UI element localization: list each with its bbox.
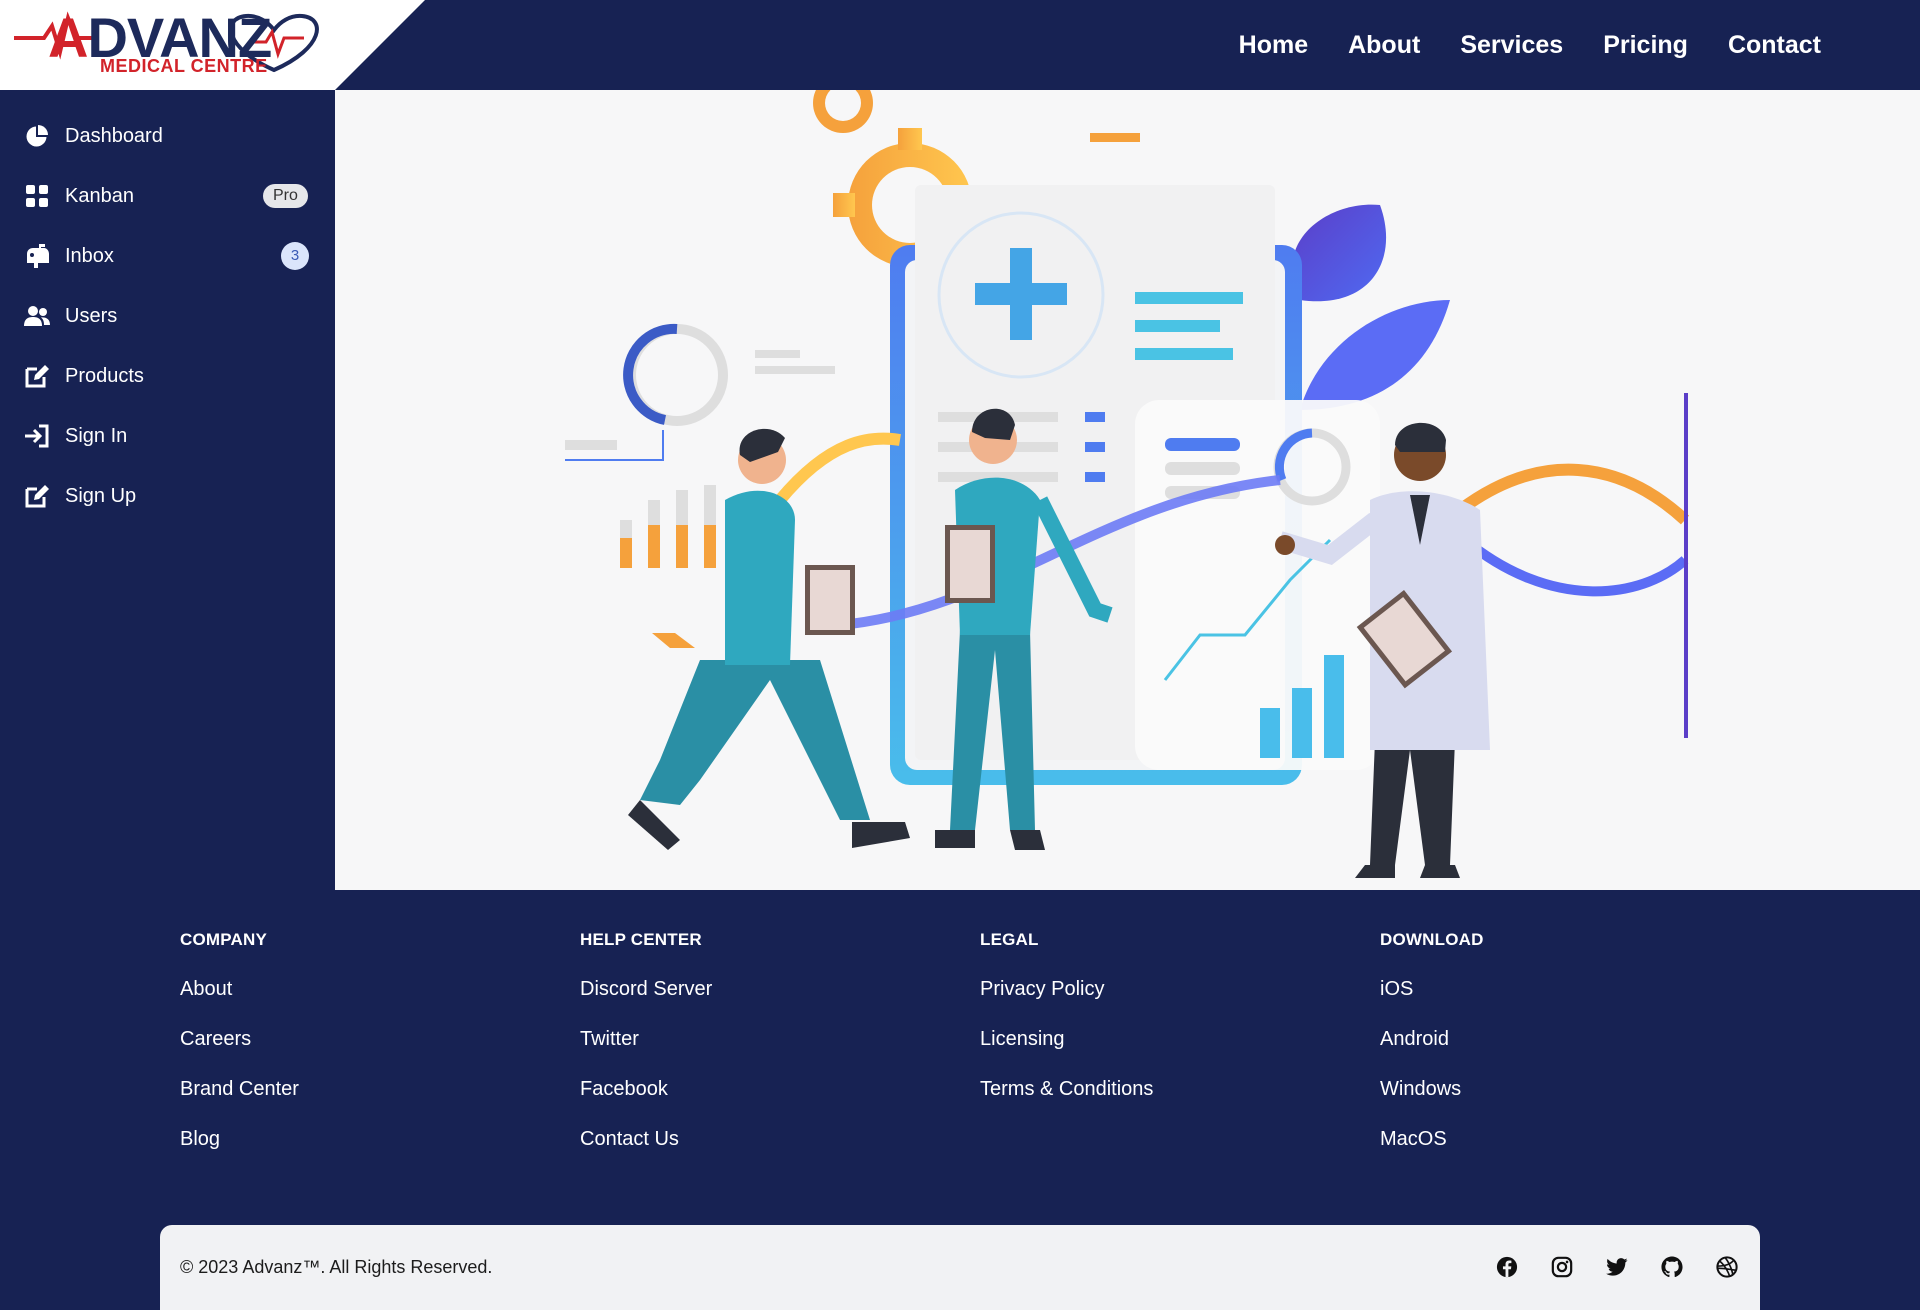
sidebar-item-inbox[interactable]: Inbox 3 (0, 232, 335, 280)
footer-link-brand-center[interactable]: Brand Center (180, 1078, 299, 1128)
copyright-text: © 2023 Advanz™. All Rights Reserved. (180, 1257, 493, 1277)
footer-link-facebook[interactable]: Facebook (580, 1078, 712, 1128)
sidebar-item-sign-up[interactable]: Sign Up (0, 472, 335, 520)
footer-heading: LEGAL (980, 930, 1039, 949)
pie-chart-icon (24, 123, 50, 149)
footer-link-twitter[interactable]: Twitter (580, 1028, 712, 1078)
nav-services[interactable]: Services (1460, 31, 1563, 60)
footer-heading: COMPANY (180, 930, 268, 949)
footer-column-help-center: HELP CENTER Discord Server Twitter Faceb… (580, 930, 712, 1178)
sidebar-item-label: Dashboard (65, 124, 163, 147)
github-icon[interactable] (1658, 1253, 1685, 1280)
sidebar-item-users[interactable]: Users (0, 292, 335, 340)
edit-icon (24, 483, 50, 509)
sidebar-item-kanban[interactable]: Kanban Pro (0, 172, 335, 220)
small-gear-icon (813, 90, 873, 133)
nav-pricing[interactable]: Pricing (1603, 31, 1688, 60)
logo-container[interactable]: ADVANZ MEDICAL CENTRE (0, 0, 425, 90)
footer-column-legal: LEGAL Privacy Policy Licensing Terms & C… (980, 930, 1153, 1128)
dribbble-icon[interactable] (1713, 1253, 1740, 1280)
footer-link-windows[interactable]: Windows (1380, 1078, 1484, 1128)
mailbox-icon (24, 243, 50, 269)
sidebar-item-label: Products (65, 364, 144, 387)
social-links (1493, 1253, 1740, 1280)
sidebar-item-label: Users (65, 304, 118, 327)
footer-link-macos[interactable]: MacOS (1380, 1128, 1484, 1178)
logo-subtitle: MEDICAL CENTRE (100, 56, 268, 76)
footer-link-android[interactable]: Android (1380, 1028, 1484, 1078)
footer-column-company: COMPANY About Careers Brand Center Blog (180, 930, 299, 1178)
medical-team-illustration (565, 90, 1690, 878)
sidebar-item-products[interactable]: Products (0, 352, 335, 400)
sidebar-item-label: Sign In (65, 424, 128, 447)
twitter-icon[interactable] (1603, 1253, 1630, 1280)
nav-home[interactable]: Home (1239, 31, 1308, 60)
pro-badge: Pro (263, 184, 308, 208)
sidebar-item-label: Kanban (65, 184, 134, 207)
copyright-bar: © 2023 Advanz™. All Rights Reserved. (160, 1225, 1760, 1310)
top-nav: Home About Services Pricing Contact (1239, 0, 1821, 90)
sidebar: Dashboard Kanban Pro Inbox 3 Users Produ… (0, 90, 335, 890)
sign-in-icon (24, 423, 50, 449)
top-header: ADVANZ MEDICAL CENTRE Home About Service… (0, 0, 1920, 90)
footer-link-privacy[interactable]: Privacy Policy (980, 978, 1153, 1028)
hero-illustration (335, 90, 1920, 890)
footer-link-ios[interactable]: iOS (1380, 978, 1484, 1028)
sidebar-item-label: Inbox (65, 244, 114, 267)
sidebar-item-dashboard[interactable]: Dashboard (0, 112, 335, 160)
sidebar-item-sign-in[interactable]: Sign In (0, 412, 335, 460)
edit-icon (24, 363, 50, 389)
footer-heading: DOWNLOAD (1380, 930, 1484, 949)
footer-column-download: DOWNLOAD iOS Android Windows MacOS (1380, 930, 1484, 1178)
footer-link-terms[interactable]: Terms & Conditions (980, 1078, 1153, 1128)
facebook-icon[interactable] (1493, 1253, 1520, 1280)
footer-link-blog[interactable]: Blog (180, 1128, 299, 1178)
footer-link-careers[interactable]: Careers (180, 1028, 299, 1078)
footer-link-licensing[interactable]: Licensing (980, 1028, 1153, 1078)
grid-icon (24, 183, 50, 209)
footer-link-contact-us[interactable]: Contact Us (580, 1128, 712, 1178)
unread-count-badge: 3 (281, 242, 309, 270)
sidebar-item-label: Sign Up (65, 484, 137, 507)
footer-link-about[interactable]: About (180, 978, 299, 1028)
users-icon (24, 303, 50, 329)
footer-heading: HELP CENTER (580, 930, 702, 949)
nav-about[interactable]: About (1348, 31, 1420, 60)
nav-contact[interactable]: Contact (1728, 31, 1821, 60)
footer-link-discord[interactable]: Discord Server (580, 978, 712, 1028)
instagram-icon[interactable] (1548, 1253, 1575, 1280)
logo: ADVANZ MEDICAL CENTRE (14, 8, 334, 80)
